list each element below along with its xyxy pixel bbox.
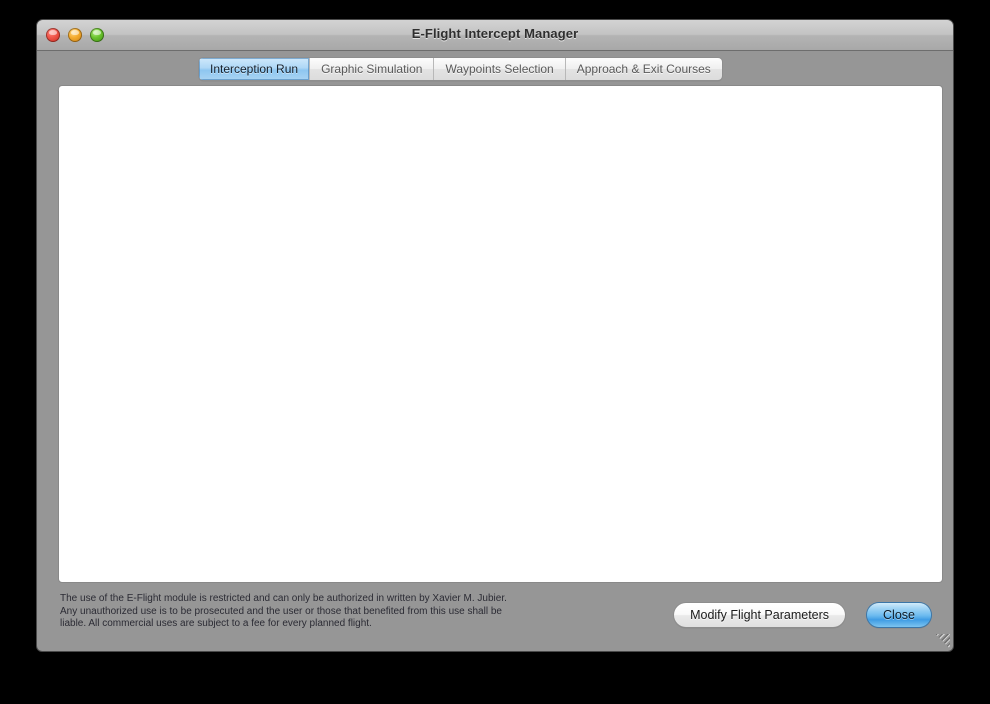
disclaimer-line-2: Any unauthorized use is to be prosecuted… bbox=[60, 605, 502, 617]
tab-waypoints-selection[interactable]: Waypoints Selection bbox=[433, 58, 564, 80]
content-panel[interactable] bbox=[58, 85, 943, 583]
close-button[interactable]: Close bbox=[867, 603, 931, 627]
tab-bar: Interception Run Graphic Simulation Wayp… bbox=[37, 51, 953, 81]
application-window: E-Flight Intercept Manager Interception … bbox=[37, 20, 953, 651]
disclaimer-line-1: The use of the E-Flight module is restri… bbox=[60, 593, 507, 604]
modify-flight-parameters-button[interactable]: Modify Flight Parameters bbox=[674, 603, 846, 627]
resize-grip[interactable] bbox=[936, 634, 950, 648]
disclaimer-text: The use of the E-Flight module is restri… bbox=[60, 593, 580, 631]
window-title: E-Flight Intercept Manager bbox=[411, 26, 579, 41]
tab-group: Interception Run Graphic Simulation Wayp… bbox=[199, 58, 722, 80]
footer-button-bar: Modify Flight Parameters Close bbox=[674, 603, 931, 627]
screen: E-Flight Intercept Manager Interception … bbox=[0, 0, 990, 704]
disclaimer-line-3: liable. All commercial uses are subject … bbox=[60, 618, 372, 629]
tab-graphic-simulation[interactable]: Graphic Simulation bbox=[309, 58, 433, 80]
tab-interception-run[interactable]: Interception Run bbox=[199, 58, 310, 80]
tab-approach-exit-courses[interactable]: Approach & Exit Courses bbox=[564, 58, 722, 80]
window-titlebar[interactable]: E-Flight Intercept Manager bbox=[37, 20, 953, 51]
